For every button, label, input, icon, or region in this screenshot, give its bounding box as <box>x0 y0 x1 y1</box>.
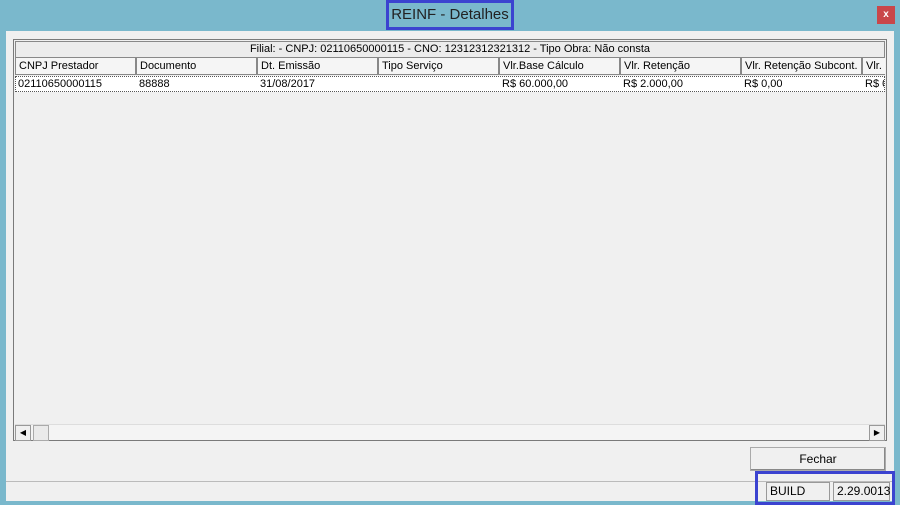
fechar-button[interactable]: Fechar <box>750 447 886 471</box>
cell: 88888 <box>139 78 170 90</box>
column-headers: CNPJ Prestador Documento Dt. Emissão Tip… <box>15 58 885 75</box>
col-vlr-retencao[interactable]: Vlr. Retenção <box>620 58 741 75</box>
details-grid: Filial: - CNPJ: 02110650000115 - CNO: 12… <box>13 39 887 441</box>
title-bar: REINF - Detalhes x <box>0 0 900 32</box>
filial-band: Filial: - CNPJ: 02110650000115 - CNO: 12… <box>15 41 885 58</box>
cell: 31/08/2017 <box>260 78 316 90</box>
scroll-left-icon[interactable]: ◀ <box>15 425 31 441</box>
scroll-thumb[interactable] <box>33 425 49 441</box>
cell: R$ 60.000,00 <box>502 78 569 90</box>
scroll-right-icon[interactable]: ▶ <box>869 425 885 441</box>
close-button[interactable]: x <box>877 6 895 24</box>
col-vlr-retencao-subcont[interactable]: Vlr. Retenção Subcont. <box>741 58 862 75</box>
cell: R$ 0 <box>865 78 884 90</box>
cell: R$ 0,00 <box>744 78 783 90</box>
cell: 02110650000115 <box>18 78 103 90</box>
build-highlight <box>755 471 895 505</box>
window-title: REINF - Detalhes <box>386 0 514 30</box>
col-dt-emissao[interactable]: Dt. Emissão <box>257 58 378 75</box>
col-cnpj-prestador[interactable]: CNPJ Prestador <box>15 58 136 75</box>
horizontal-scrollbar[interactable]: ◀ ▶ <box>15 424 885 441</box>
col-tipo-servico[interactable]: Tipo Serviço <box>378 58 499 75</box>
cell: R$ 2.000,00 <box>623 78 683 90</box>
col-documento[interactable]: Documento <box>136 58 257 75</box>
col-vlr-base[interactable]: Vlr.Base Cálculo <box>499 58 620 75</box>
col-vlr-b[interactable]: Vlr. B <box>862 58 885 75</box>
table-row[interactable]: 02110650000115 88888 31/08/2017 R$ 60.00… <box>15 76 885 92</box>
